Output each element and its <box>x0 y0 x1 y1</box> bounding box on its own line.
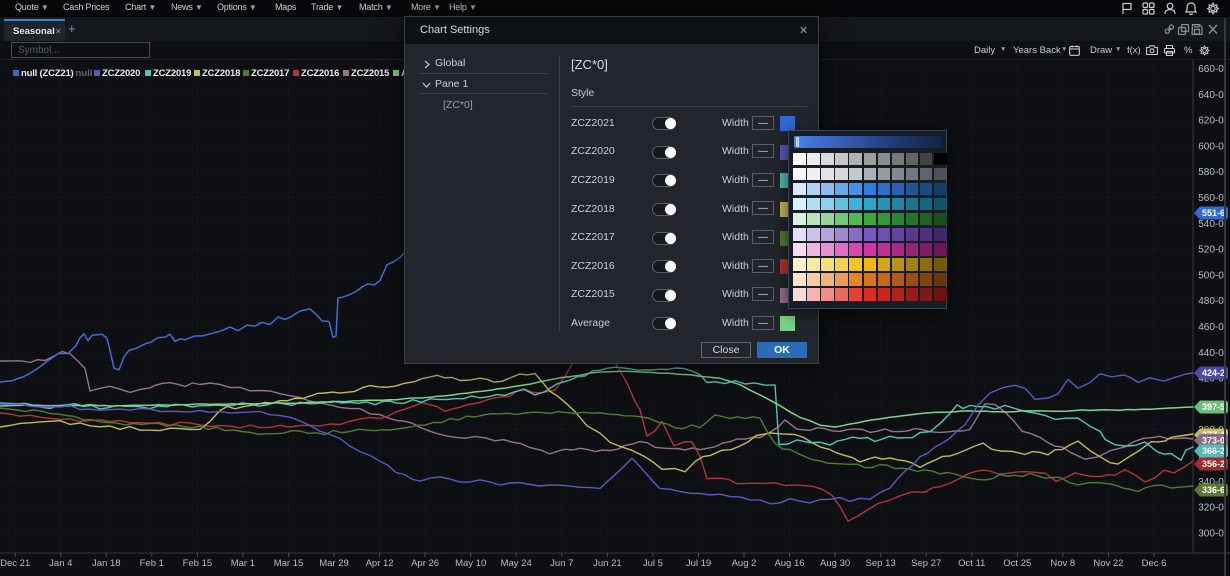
svg-text:480-0: 480-0 <box>1198 296 1224 307</box>
svg-text:540-0: 540-0 <box>1198 219 1224 230</box>
svg-text:551-6: 551-6 <box>1202 208 1225 218</box>
svg-text:560-0: 560-0 <box>1198 193 1224 204</box>
svg-text:580-0: 580-0 <box>1198 167 1224 178</box>
svg-text:397-5: 397-5 <box>1202 402 1225 412</box>
svg-text:500-0: 500-0 <box>1198 270 1224 281</box>
svg-text:660-0: 660-0 <box>1198 64 1224 75</box>
svg-text:356-2: 356-2 <box>1202 459 1225 469</box>
svg-text:520-0: 520-0 <box>1198 245 1224 256</box>
svg-text:620-0: 620-0 <box>1198 116 1224 127</box>
svg-text:300-0: 300-0 <box>1198 528 1224 539</box>
svg-text:440-0: 440-0 <box>1198 348 1224 359</box>
svg-text:600-0: 600-0 <box>1198 141 1224 152</box>
svg-text:460-0: 460-0 <box>1198 322 1224 333</box>
svg-text:336-6: 336-6 <box>1202 485 1225 495</box>
svg-text:640-0: 640-0 <box>1198 90 1224 101</box>
svg-text:424-2: 424-2 <box>1202 368 1225 378</box>
svg-text:366-2: 366-2 <box>1202 446 1225 456</box>
svg-text:373-0: 373-0 <box>1202 436 1225 446</box>
svg-text:320-0: 320-0 <box>1198 503 1224 514</box>
